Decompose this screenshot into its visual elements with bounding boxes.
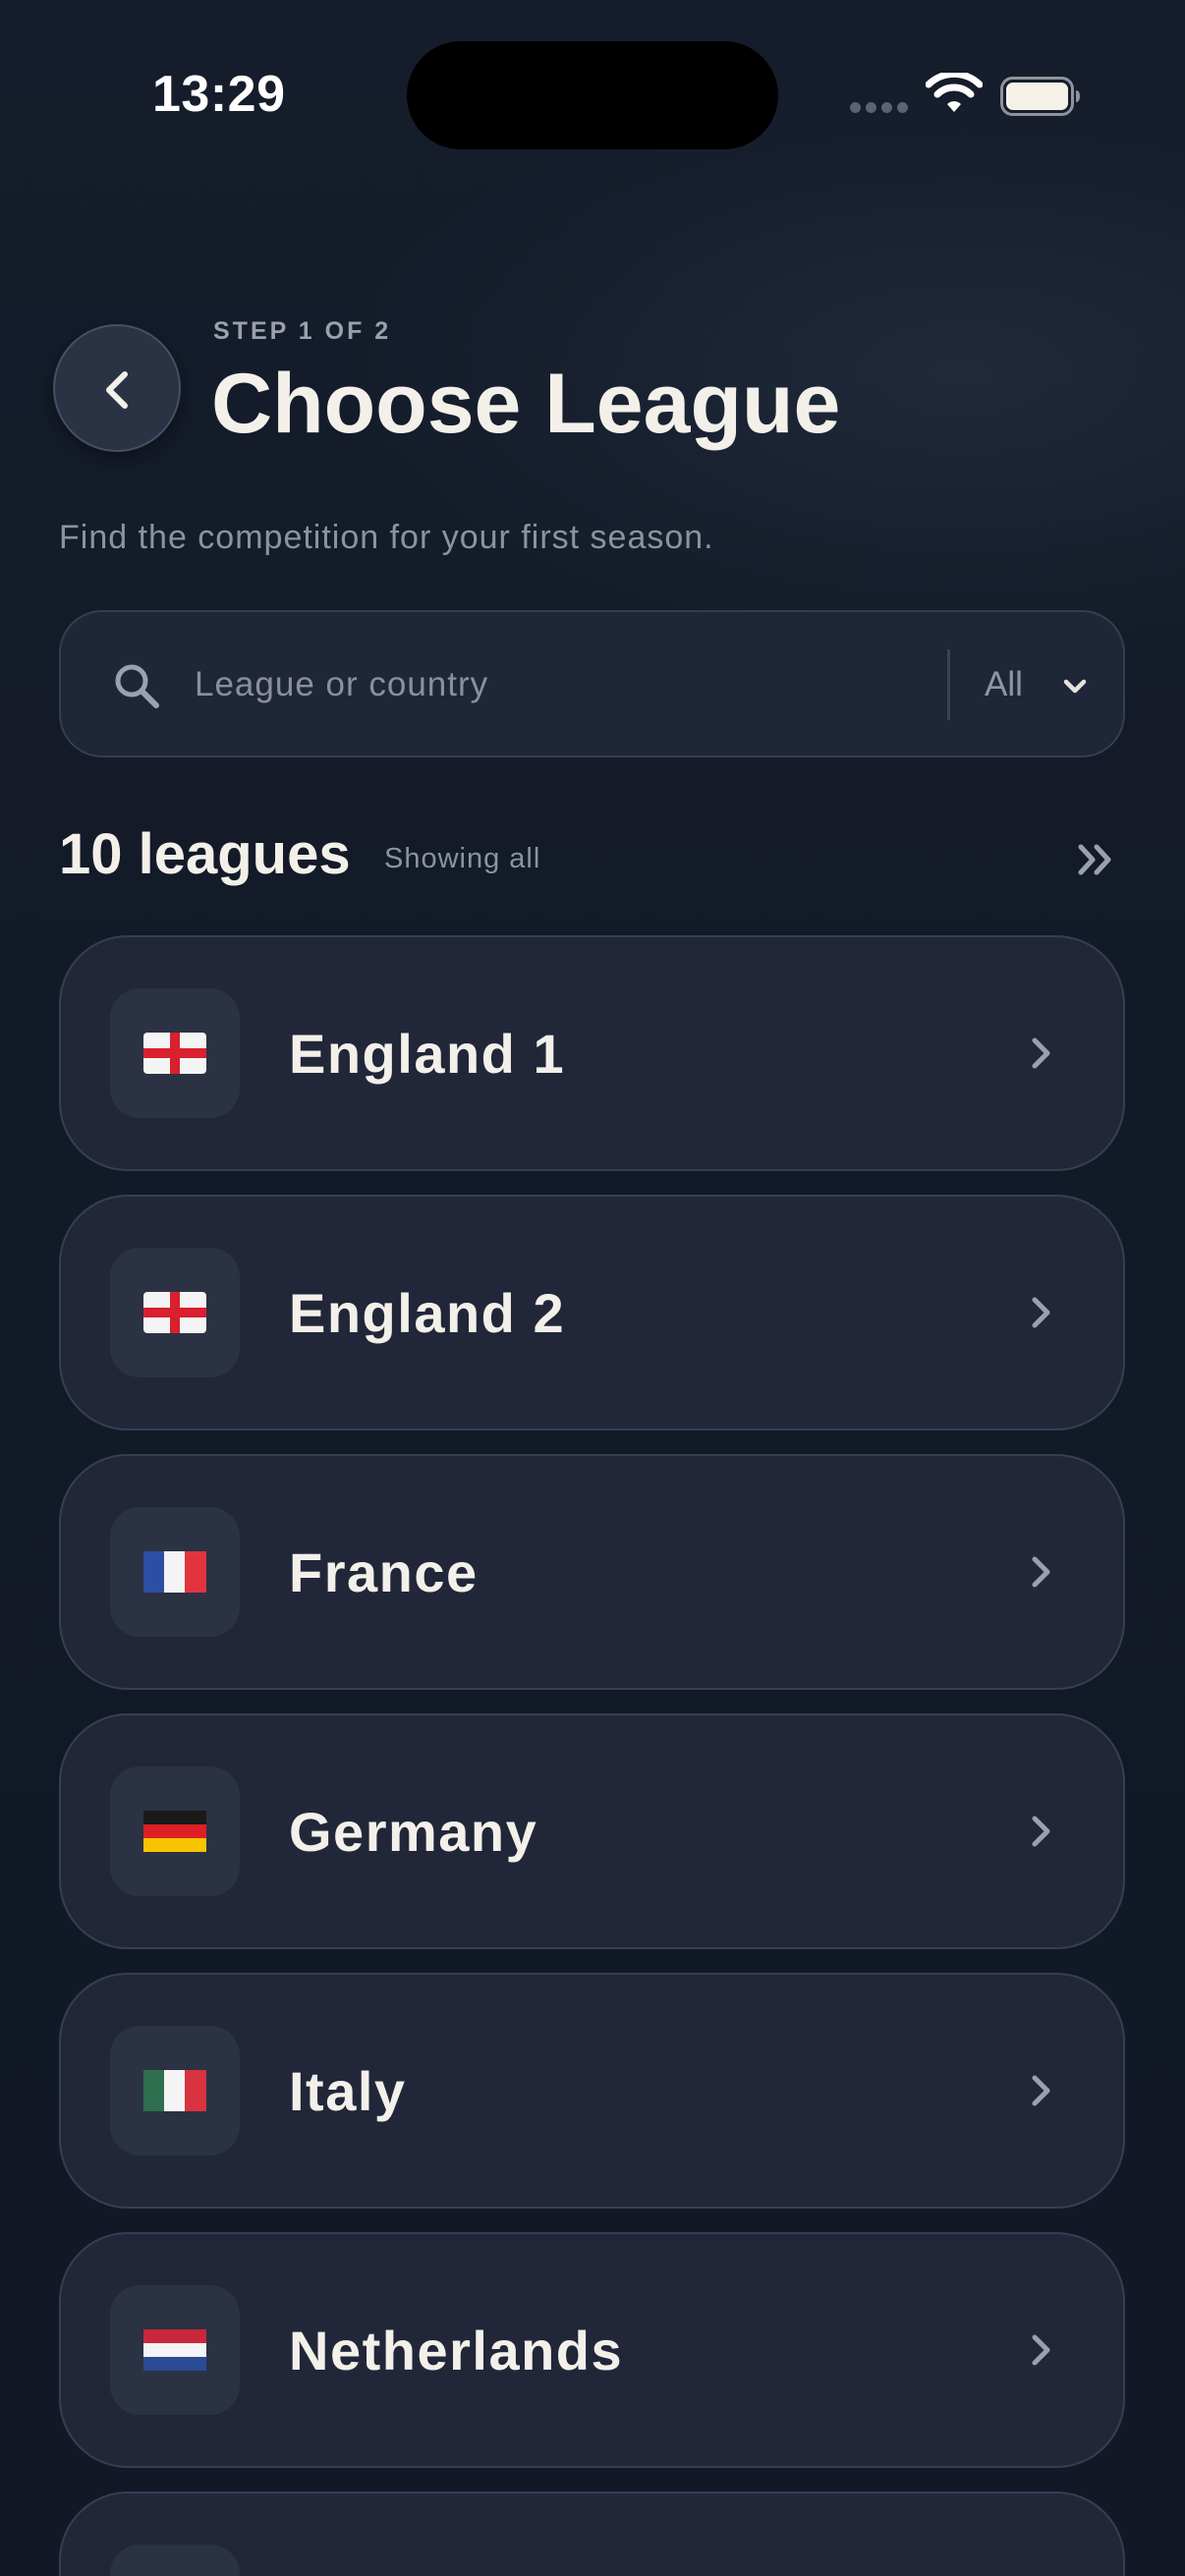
league-row-england-1[interactable]: England 1 [59, 935, 1125, 1171]
flag-tile [110, 1766, 240, 1896]
league-row-netherlands[interactable]: Netherlands [59, 2232, 1125, 2468]
flag-tile [110, 2285, 240, 2415]
choose-league-screen: 13:29 STEP 1 OF 2 Choose League Find the… [0, 0, 1185, 2576]
flag-tile [110, 2026, 240, 2156]
league-name: Italy [289, 2060, 407, 2122]
league-list: England 1 England 2 France Germany Italy… [0, 0, 1185, 2576]
england-flag-icon [143, 1033, 206, 1074]
league-name: Germany [289, 1801, 538, 1863]
flag-tile [110, 2545, 240, 2576]
chevron-right-icon [1032, 1037, 1050, 1069]
league-row-england-2[interactable]: England 2 [59, 1195, 1125, 1430]
chevron-right-icon [1032, 2334, 1050, 2366]
league-name: Netherlands [289, 2320, 624, 2381]
league-name: England 2 [289, 1282, 566, 1344]
flag-tile [110, 1248, 240, 1377]
league-row-italy[interactable]: Italy [59, 1973, 1125, 2209]
flag-tile [110, 1507, 240, 1637]
france-flag-icon [143, 1551, 206, 1593]
league-row-partial[interactable] [59, 2492, 1125, 2576]
flag-tile [110, 988, 240, 1118]
league-row-germany[interactable]: Germany [59, 1713, 1125, 1949]
chevron-right-icon [1032, 1297, 1050, 1328]
netherlands-flag-icon [143, 2329, 206, 2371]
league-name: France [289, 1541, 479, 1603]
italy-flag-icon [143, 2070, 206, 2111]
league-row-france[interactable]: France [59, 1454, 1125, 1690]
chevron-right-icon [1032, 1816, 1050, 1847]
chevron-right-icon [1032, 2075, 1050, 2106]
england-flag-icon [143, 1292, 206, 1333]
germany-flag-icon [143, 1811, 206, 1852]
chevron-right-icon [1032, 1556, 1050, 1588]
league-name: England 1 [289, 1023, 566, 1085]
